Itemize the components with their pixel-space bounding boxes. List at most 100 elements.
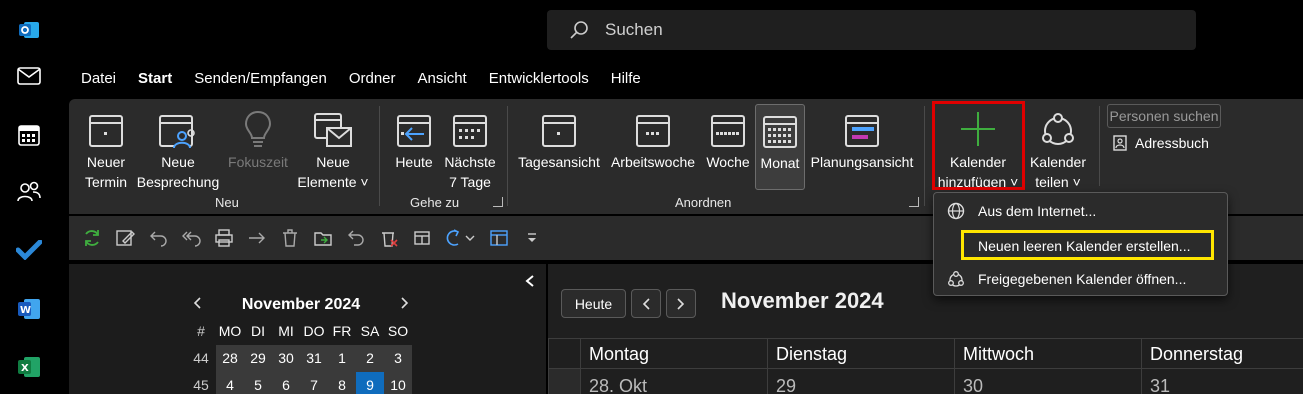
print-icon[interactable] [207, 223, 240, 253]
new-meeting-button[interactable]: Neue Besprechung [135, 104, 221, 194]
ribbon-separator [507, 106, 508, 206]
move-to-folder-icon[interactable] [306, 223, 339, 253]
date-cell[interactable]: 29 [767, 368, 954, 394]
day-view-label: Tagesansicht [518, 154, 600, 170]
day-cell[interactable]: 5 [244, 372, 272, 394]
day-cell[interactable]: 10 [384, 372, 412, 394]
day-cell[interactable]: 1 [328, 345, 356, 372]
next-period-button[interactable] [666, 289, 696, 318]
date-cell[interactable]: 30 [954, 368, 1141, 394]
search-bar[interactable]: Suchen [547, 10, 1196, 50]
day-cell[interactable]: 7 [300, 372, 328, 394]
today-label: Heute [395, 154, 433, 170]
next-month-icon[interactable] [400, 296, 410, 315]
sync-icon[interactable] [75, 223, 108, 253]
day-header: Donnerstag [1141, 338, 1303, 368]
menu-tabs: Datei Start Senden/Empfangen Ordner Ansi… [70, 70, 652, 102]
mail-icon[interactable] [14, 61, 44, 91]
day-cell[interactable]: 3 [384, 345, 412, 372]
month-button[interactable]: Monat [755, 104, 805, 190]
week-column-header [548, 338, 580, 368]
day-cell-today[interactable]: 9 [356, 372, 384, 394]
next-7-days-button[interactable]: Nächste 7 Tage [441, 104, 499, 194]
window-icon[interactable] [405, 223, 438, 253]
tab-start[interactable]: Start [127, 70, 183, 102]
weekday-header: MI [278, 323, 294, 339]
customize-toolbar-icon[interactable] [515, 223, 548, 253]
prev-period-button[interactable] [631, 289, 661, 318]
new-appointment-button[interactable]: Neuer Termin [75, 104, 137, 194]
work-week-button[interactable]: Arbeitswoche [607, 104, 699, 194]
day-cell[interactable]: 28 [216, 345, 244, 372]
day-cell[interactable]: 30 [272, 345, 300, 372]
tab-entwicklertools[interactable]: Entwicklertools [478, 70, 600, 96]
day-cell[interactable]: 31 [300, 345, 328, 372]
week-view-icon [711, 115, 745, 147]
day-header: Dienstag [767, 338, 954, 368]
undo-icon[interactable] [339, 223, 372, 253]
dialog-launcher-icon[interactable] [909, 197, 919, 207]
outlook-icon[interactable] [14, 15, 44, 45]
collapse-pane-icon[interactable] [524, 274, 536, 293]
work-week-icon [636, 115, 670, 147]
menu-item-label: Freigegebenen Kalender öffnen... [978, 271, 1187, 287]
undo-icon[interactable] [141, 223, 174, 253]
delete-all-icon[interactable] [372, 223, 405, 253]
mini-calendar-title: November 2024 [241, 296, 361, 313]
search-icon [570, 21, 588, 39]
day-header: Mittwoch [954, 338, 1141, 368]
month-view-icon [763, 116, 797, 148]
group-label-gehe-zu: Gehe zu [410, 195, 460, 210]
delete-icon[interactable] [273, 223, 306, 253]
calendar-title: November 2024 [721, 288, 884, 313]
forward-icon[interactable] [240, 223, 273, 253]
tab-ansicht[interactable]: Ansicht [407, 70, 478, 96]
shared-calendar-icon [948, 271, 964, 287]
share-calendar-button[interactable]: Kalender teilen ˅ [1025, 104, 1091, 194]
day-cell[interactable]: 6 [272, 372, 300, 394]
excel-icon[interactable]: X [14, 352, 44, 382]
go-today-button[interactable]: Heute [561, 289, 626, 318]
today-button[interactable]: Heute [389, 104, 439, 194]
date-cell[interactable]: 31 [1141, 368, 1303, 394]
day-cell[interactable]: 4 [216, 372, 244, 394]
day-cell[interactable]: 8 [328, 372, 356, 394]
focus-time-button[interactable]: Fokuszeit [225, 104, 291, 194]
date-cell[interactable]: 28. Okt [580, 368, 767, 394]
redo-dropdown-icon[interactable] [438, 223, 482, 253]
prev-month-icon[interactable] [192, 296, 202, 315]
reading-pane-icon[interactable] [482, 223, 515, 253]
schedule-view-button[interactable]: Planungsansicht [809, 104, 915, 194]
dialog-launcher-icon[interactable] [493, 197, 503, 207]
calendar-icon[interactable] [14, 120, 44, 150]
reply-all-icon[interactable] [174, 223, 207, 253]
chevron-left-icon [642, 297, 650, 310]
next-7-days-label-2: 7 Tage [449, 174, 491, 190]
word-icon[interactable]: W [14, 294, 44, 324]
week-button[interactable]: Woche [703, 104, 753, 194]
tab-ordner[interactable]: Ordner [338, 70, 407, 96]
tab-senden-empfangen[interactable]: Senden/Empfangen [183, 70, 338, 96]
share-calendar-label-2: teilen ˅ [1035, 174, 1081, 190]
ribbon-separator [924, 106, 925, 206]
day-view-icon [542, 115, 576, 147]
work-week-label: Arbeitswoche [610, 154, 696, 170]
tab-datei[interactable]: Datei [70, 70, 127, 96]
tab-hilfe[interactable]: Hilfe [600, 70, 652, 96]
people-search-input[interactable]: Personen suchen [1107, 104, 1221, 128]
week-label: Woche [706, 154, 750, 170]
address-book-button[interactable]: Adressbuch [1113, 135, 1209, 151]
day-view-button[interactable]: Tagesansicht [515, 104, 603, 194]
new-items-button[interactable]: Neue Elemente ˅ [293, 104, 373, 194]
ribbon-separator [1099, 106, 1100, 186]
people-icon[interactable] [14, 177, 44, 207]
day-cell[interactable]: 2 [356, 345, 384, 372]
edit-icon[interactable] [108, 223, 141, 253]
new-items-icon [314, 113, 352, 147]
todo-icon[interactable] [14, 235, 44, 265]
new-meeting-label-2: Besprechung [136, 174, 220, 190]
menu-item-open-shared-calendar[interactable]: Freigegebenen Kalender öffnen... [934, 264, 1227, 294]
search-input[interactable]: Suchen [605, 20, 663, 40]
day-cell[interactable]: 29 [244, 345, 272, 372]
menu-item-from-internet[interactable]: Aus dem Internet... [934, 196, 1227, 226]
